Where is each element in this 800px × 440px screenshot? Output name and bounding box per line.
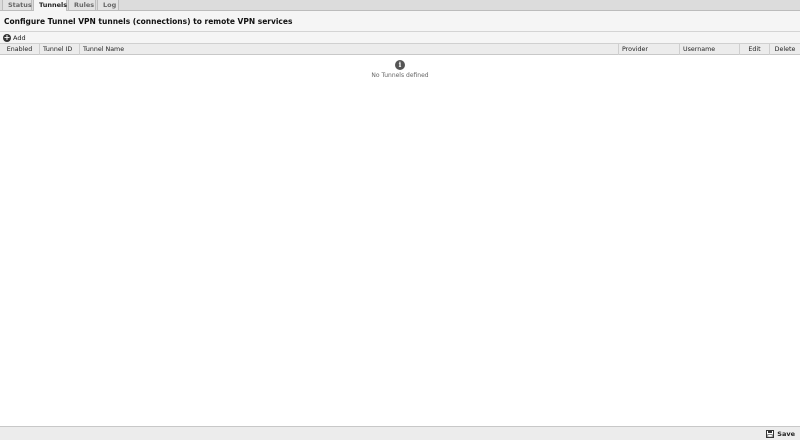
save-button-label: Save [777,430,795,438]
column-header-enabled[interactable]: Enabled [0,44,40,55]
tab-bar: Status Tunnels Rules Log [0,0,800,12]
tab-rules[interactable]: Rules [68,0,96,11]
page-title: Configure Tunnel VPN tunnels (connection… [4,17,293,26]
column-header-provider[interactable]: Provider [619,44,680,55]
toolbar: + Add [0,32,800,44]
tab-log[interactable]: Log [97,0,119,11]
save-button[interactable]: Save [766,429,795,439]
column-header-edit: Edit [740,44,770,55]
grid-header: Enabled Tunnel ID Tunnel Name Provider U… [0,44,800,55]
info-icon: i [395,60,405,70]
column-header-delete: Delete [774,46,796,53]
column-header-tunnel-id[interactable]: Tunnel ID [40,44,80,55]
add-button[interactable]: + Add [3,33,26,43]
tab-status[interactable]: Status [2,0,32,11]
empty-state: i No Tunnels defined [0,60,800,79]
title-bar: Configure Tunnel VPN tunnels (connection… [0,11,800,32]
add-button-label: Add [13,34,26,42]
plus-circle-icon: + [3,33,11,42]
column-header-tunnel-name[interactable]: Tunnel Name [80,44,619,55]
floppy-disk-icon [766,430,775,438]
footer: Save [0,426,800,440]
column-header-username[interactable]: Username [680,44,740,55]
empty-message: No Tunnels defined [371,72,429,79]
